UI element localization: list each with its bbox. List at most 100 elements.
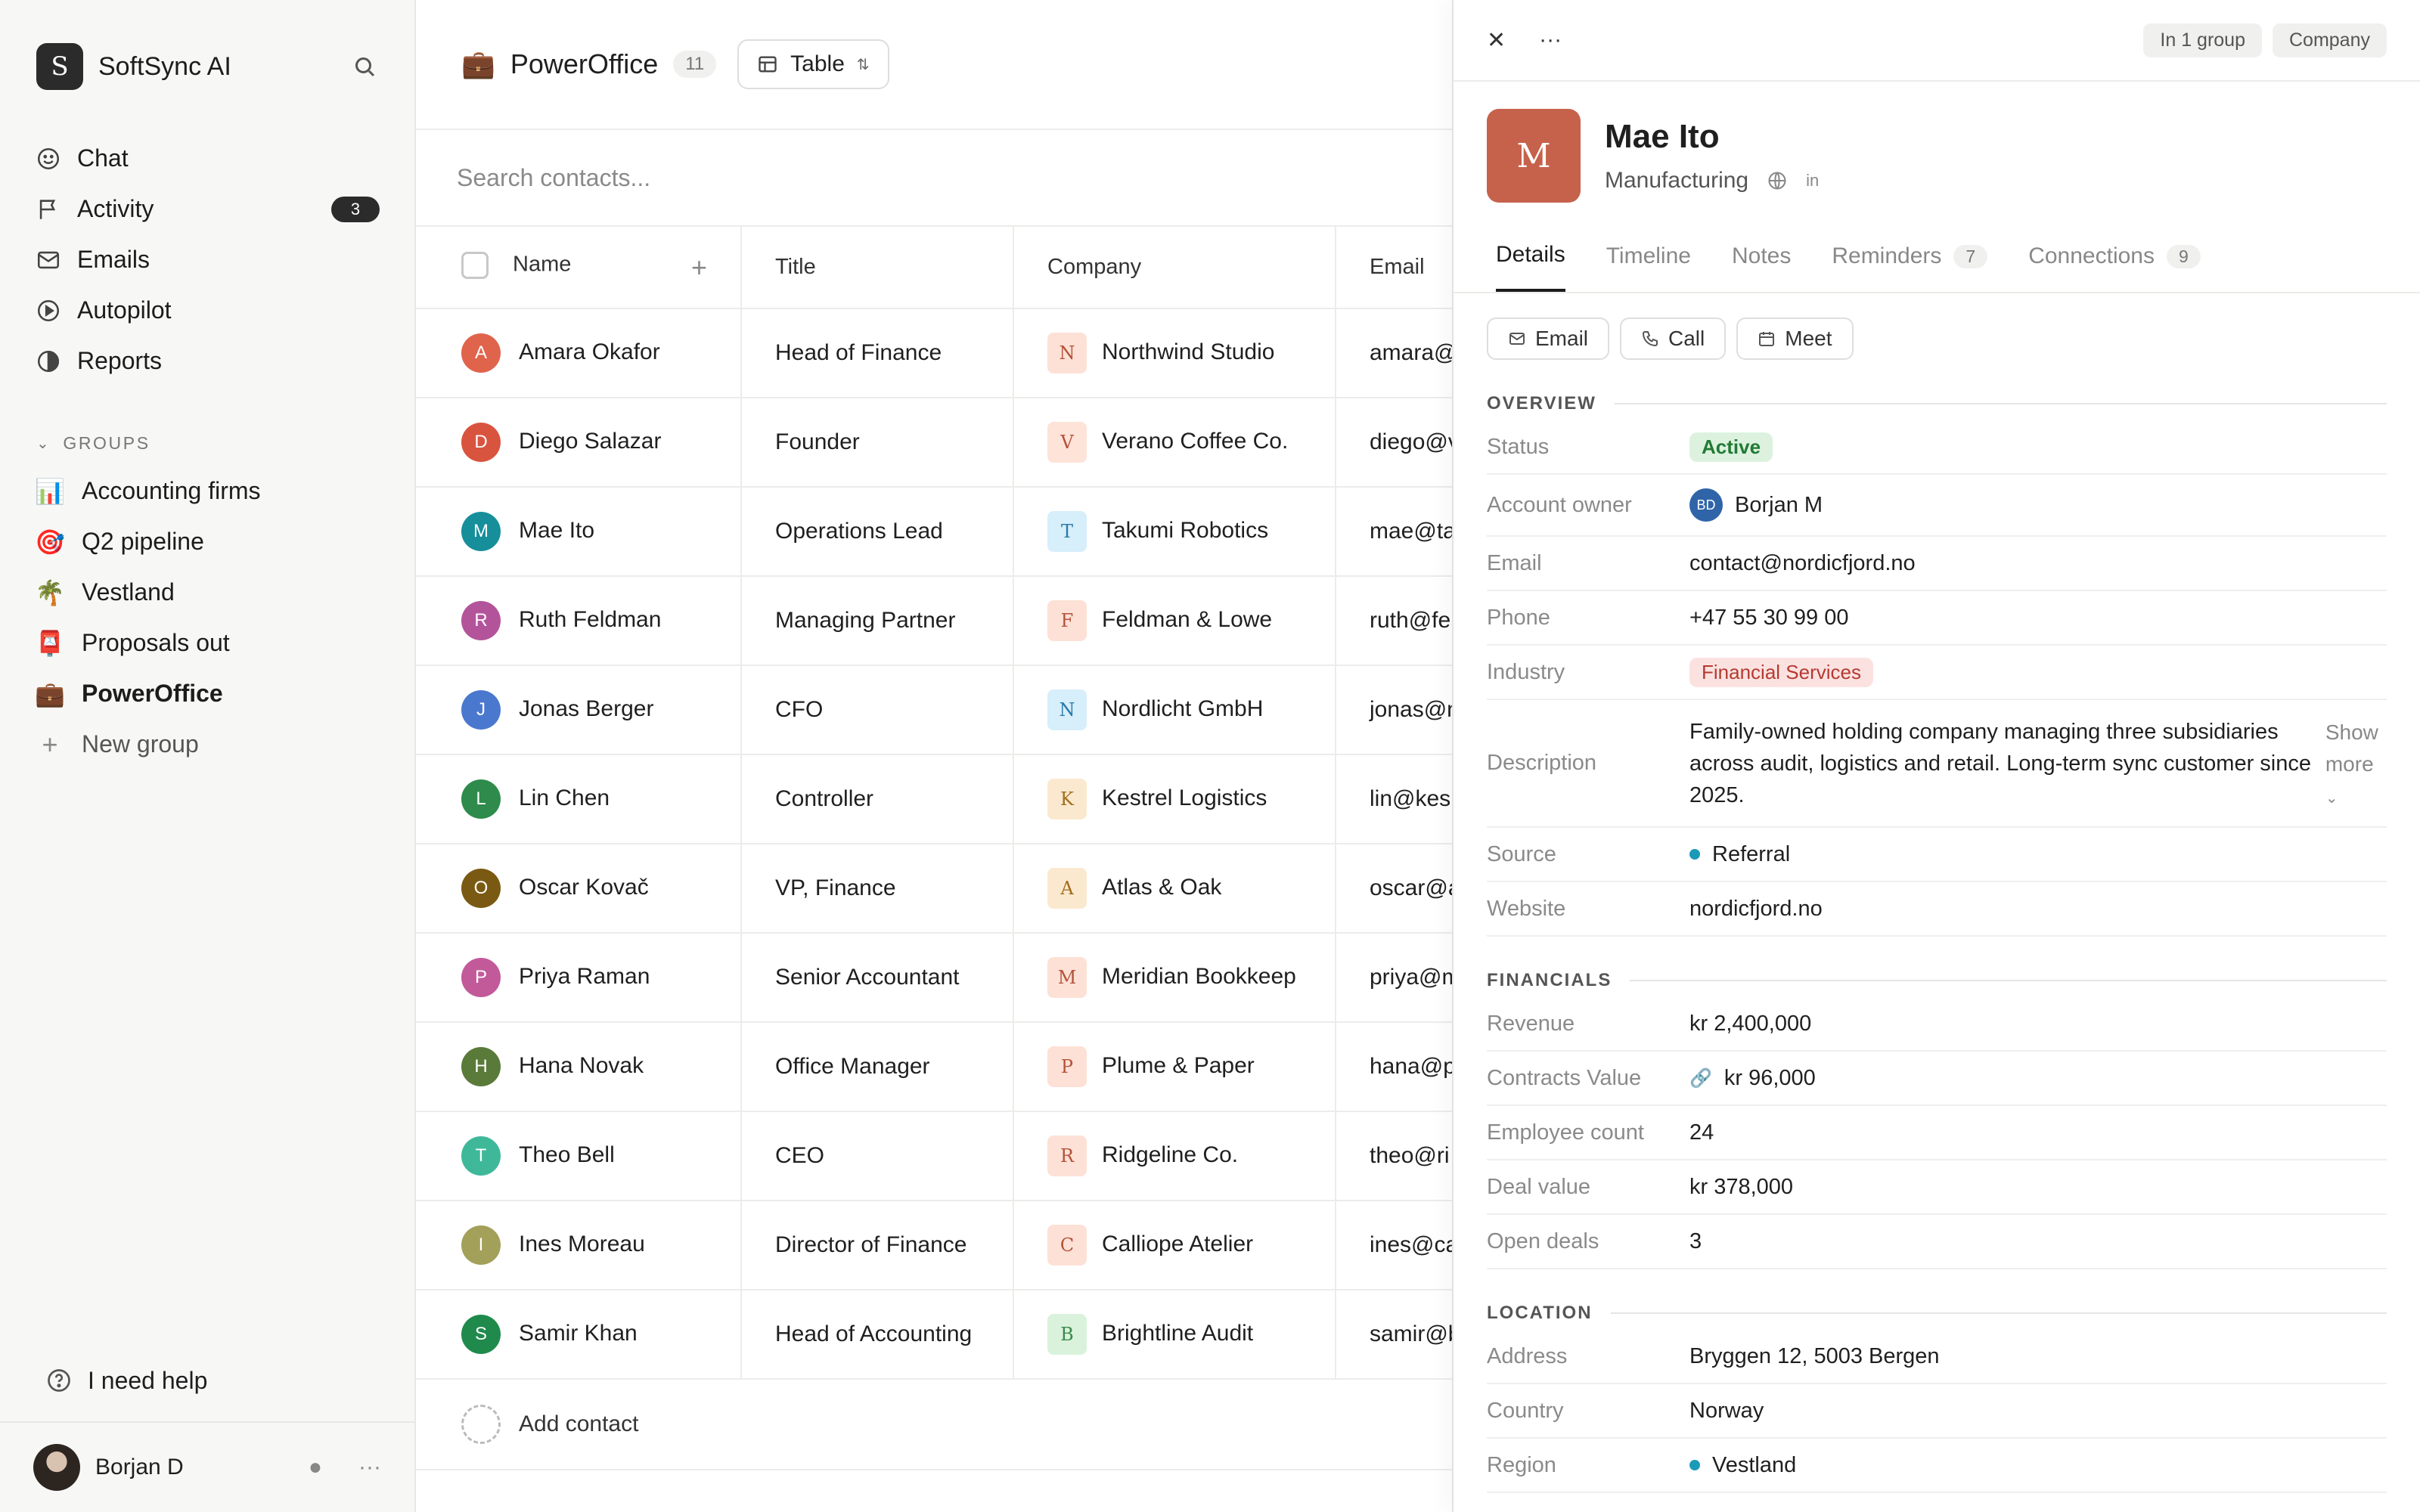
nav-item-reports[interactable]: Reports [20,336,395,386]
name-cell[interactable]: L Lin Chen [416,754,742,844]
company-cell[interactable]: F Feldman & Lowe [1013,576,1336,666]
field-description[interactable]: Description Family-owned holding company … [1487,700,2387,828]
name-cell[interactable]: H Hana Novak [416,1022,742,1112]
name-cell[interactable]: O Oscar Kovač [416,844,742,934]
search-input[interactable] [457,163,1413,192]
tab-details[interactable]: Details [1496,242,1565,292]
globe-icon[interactable] [1767,170,1788,191]
field-industry[interactable]: Industry Financial Services [1487,646,2387,700]
search-icon[interactable] [351,53,378,80]
add-contact-button[interactable]: Add contact [416,1380,1454,1470]
field-country[interactable]: Country Norway [1487,1384,2387,1439]
help-button[interactable]: I need help [0,1355,414,1406]
drop-icon[interactable]: ● [309,1455,322,1480]
type-chip[interactable]: Company [2273,23,2387,57]
title-cell[interactable]: Senior Accountant [741,933,1014,1023]
company-cell[interactable]: R Ridgeline Co. [1013,1111,1336,1201]
field-account-owner[interactable]: Account owner BD Borjan M [1487,475,2387,537]
nav-item-activity[interactable]: Activity 3 [20,184,395,234]
group-item-q2-pipeline[interactable]: 🎯 Q2 pipeline [0,516,414,567]
call-button[interactable]: Call [1620,318,1727,360]
field-region[interactable]: Region Vestland [1487,1439,2387,1493]
company-cell[interactable]: V Verano Coffee Co. [1013,398,1336,488]
description-text: Family-owned holding company managing th… [1689,719,2312,807]
more-icon[interactable]: ··· [1539,27,1562,53]
company-cell[interactable]: B Brightline Audit [1013,1290,1336,1380]
name-cell[interactable]: A Amara Okafor [416,308,742,398]
field-open-deals[interactable]: Open deals 3 [1487,1215,2387,1269]
group-item-label: Accounting firms [82,477,261,504]
nav-item-emails[interactable]: Emails [20,234,395,285]
field-email[interactable]: Email contact@nordicfjord.no [1487,537,2387,591]
user-name[interactable]: Borjan D [95,1455,184,1480]
field-source[interactable]: Source Referral [1487,828,2387,882]
company-cell[interactable]: P Plume & Paper [1013,1022,1336,1112]
linkedin-icon[interactable]: in [1806,171,1819,191]
groups-chip[interactable]: In 1 group [2143,23,2262,57]
industry-badge: Financial Services [1689,657,1873,687]
title-cell[interactable]: Head of Accounting [741,1290,1014,1380]
name-cell[interactable]: R Ruth Feldman [416,576,742,666]
field-website[interactable]: Website nordicfjord.no [1487,882,2387,937]
field-phone[interactable]: Phone +47 55 30 99 00 [1487,591,2387,646]
website-value[interactable]: nordicfjord.no [1689,897,2387,922]
more-icon[interactable]: ··· [358,1455,381,1480]
title-cell[interactable]: Controller [741,754,1014,844]
show-more-link[interactable]: Show more [2325,720,2378,776]
field-label: Region [1487,1452,1556,1477]
column-header-company[interactable]: Company [1013,227,1336,309]
name-cell[interactable]: T Theo Bell [416,1111,742,1201]
title-cell[interactable]: Founder [741,398,1014,488]
tab-reminders[interactable]: Reminders 7 [1832,242,1988,292]
name-cell[interactable]: P Priya Raman [416,933,742,1023]
view-switcher[interactable]: Table ⇅ [737,39,889,89]
select-all-checkbox[interactable] [461,251,489,279]
title-cell[interactable]: CEO [741,1111,1014,1201]
title-cell[interactable]: VP, Finance [741,844,1014,934]
groups-heading[interactable]: ⌄ GROUPS [36,433,414,454]
user-avatar[interactable] [33,1444,80,1491]
title-cell[interactable]: Office Manager [741,1022,1014,1112]
view-label: Table [790,51,845,76]
close-icon[interactable]: ✕ [1487,27,1506,54]
nav-item-chat[interactable]: Chat [20,133,395,184]
field-status[interactable]: Status Active [1487,420,2387,475]
title-cell[interactable]: Operations Lead [741,487,1014,577]
column-header-title[interactable]: Title [741,227,1014,309]
company-cell[interactable]: N Nordlicht GmbH [1013,665,1336,755]
field-deal-value[interactable]: Deal value kr 378,000 [1487,1160,2387,1215]
field-address[interactable]: Address Bryggen 12, 5003 Bergen [1487,1330,2387,1384]
add-column-icon[interactable]: + [691,252,707,284]
nav-item-autopilot[interactable]: Autopilot [20,285,395,336]
tab-connections[interactable]: Connections 9 [2028,242,2201,292]
company-cell[interactable]: C Calliope Atelier [1013,1201,1336,1290]
name-cell[interactable]: J Jonas Berger [416,665,742,755]
company-cell[interactable]: A Atlas & Oak [1013,844,1336,934]
name-cell[interactable]: S Samir Khan [416,1290,742,1380]
company-cell[interactable]: N Northwind Studio [1013,308,1336,398]
meet-button[interactable]: Meet [1736,318,1854,360]
title-cell[interactable]: Head of Finance [741,308,1014,398]
field-contracts-value[interactable]: Contracts Value 🔗 kr 96,000 [1487,1052,2387,1106]
company-cell[interactable]: M Meridian Bookkeep [1013,933,1336,1023]
title-cell[interactable]: CFO [741,665,1014,755]
name-cell[interactable]: D Diego Salazar [416,398,742,488]
company-cell[interactable]: T Takumi Robotics [1013,487,1336,577]
name-cell[interactable]: M Mae Ito [416,487,742,577]
title-cell[interactable]: Managing Partner [741,576,1014,666]
company-cell[interactable]: K Kestrel Logistics [1013,754,1336,844]
new-group-button[interactable]: + New group [0,719,414,770]
title-cell[interactable]: Director of Finance [741,1201,1014,1290]
field-employee-count[interactable]: Employee count 24 [1487,1106,2387,1160]
sidebar: S SoftSync AI Chat Activity 3 Emails Aut… [0,0,416,1512]
group-item-vestland[interactable]: 🌴 Vestland [0,567,414,618]
tab-notes[interactable]: Notes [1732,242,1791,292]
field-revenue[interactable]: Revenue kr 2,400,000 [1487,997,2387,1052]
column-header-name[interactable]: Name + [416,227,742,309]
tab-timeline[interactable]: Timeline [1606,242,1691,292]
group-item-accounting-firms[interactable]: 📊 Accounting firms [0,466,414,516]
email-button[interactable]: Email [1487,318,1610,360]
name-cell[interactable]: I Ines Moreau [416,1201,742,1290]
group-item-proposals-out[interactable]: 📮 Proposals out [0,618,414,668]
group-item-poweroffice[interactable]: 💼 PowerOffice [0,668,414,719]
